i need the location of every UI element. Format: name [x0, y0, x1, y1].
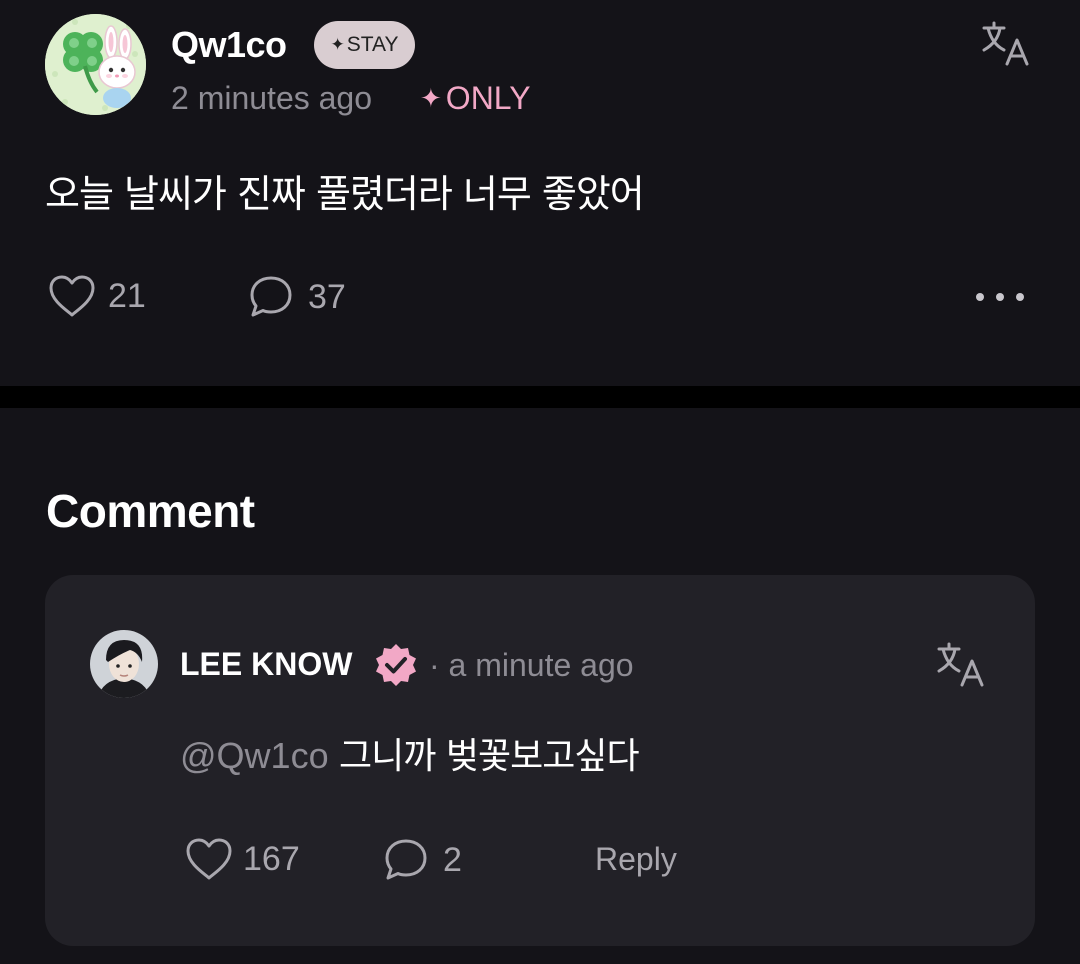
post-page: Qw1co ✦ STAY 2 minutes ago ✦ ONLY 오늘 날씨가… — [0, 0, 1080, 964]
sparkle-icon: ✦ — [420, 83, 442, 113]
user-avatar[interactable] — [45, 14, 146, 115]
comment-replies-button[interactable]: 2 — [383, 837, 462, 883]
more-dots-icon — [1016, 293, 1024, 301]
more-options-button[interactable] — [976, 288, 1028, 306]
speech-bubble-icon — [250, 276, 292, 317]
comment-reply-count: 2 — [443, 840, 462, 879]
user-mention[interactable]: @Qw1co — [180, 735, 329, 776]
comments-heading: Comment — [46, 485, 255, 537]
artist-portrait-icon — [90, 630, 158, 698]
post-like-button[interactable]: 21 — [48, 274, 146, 318]
speech-bubble-icon — [385, 839, 427, 880]
post-body: 오늘 날씨가 진짜 풀렸더라 너무 좋았어 — [45, 172, 645, 216]
comment-author[interactable]: LEE KNOW — [180, 646, 352, 683]
verified-badge-icon — [372, 641, 420, 689]
heart-outline-icon — [186, 838, 232, 880]
clover-bunny-avatar-icon — [45, 14, 146, 115]
post-comment-count: 37 — [308, 277, 346, 316]
more-dots-icon — [996, 293, 1004, 301]
sparkle-icon: ✦ — [330, 35, 345, 54]
post-timestamp: 2 minutes ago — [171, 80, 373, 116]
post-comment-button[interactable]: 37 — [248, 274, 346, 320]
post-like-count: 21 — [108, 276, 146, 315]
comment-timestamp: · a minute ago — [429, 647, 634, 683]
artist-avatar[interactable] — [90, 630, 158, 698]
visibility-tag: ✦ ONLY — [420, 80, 531, 117]
membership-badge-label: STAY — [346, 33, 399, 56]
translate-icon — [982, 21, 1029, 66]
membership-badge: ✦ STAY — [314, 21, 415, 69]
comment-body-text: 그니까 벚꽃보고싶다 — [339, 736, 640, 777]
comment-translate-button[interactable] — [935, 639, 987, 691]
comment-card: LEE KNOW · a minute ago @Qw1co 그니까 벚꽃보고싶… — [45, 575, 1035, 946]
comment-like-count: 167 — [243, 839, 300, 878]
comment-body: @Qw1co 그니까 벚꽃보고싶다 — [180, 727, 640, 779]
more-dots-icon — [976, 293, 984, 301]
post: Qw1co ✦ STAY 2 minutes ago ✦ ONLY 오늘 날씨가… — [0, 0, 1080, 386]
post-username[interactable]: Qw1co — [171, 24, 287, 66]
translate-icon — [937, 642, 984, 687]
reply-button[interactable]: Reply — [595, 841, 677, 878]
heart-outline-icon — [49, 275, 95, 317]
section-divider — [0, 386, 1080, 408]
translate-button[interactable] — [980, 18, 1032, 70]
comments-section: Comment LEE KNOW · a minute ago @Qw1co 그… — [0, 408, 1080, 964]
visibility-label: ONLY — [445, 80, 531, 116]
comment-like-button[interactable]: 167 — [185, 837, 300, 881]
